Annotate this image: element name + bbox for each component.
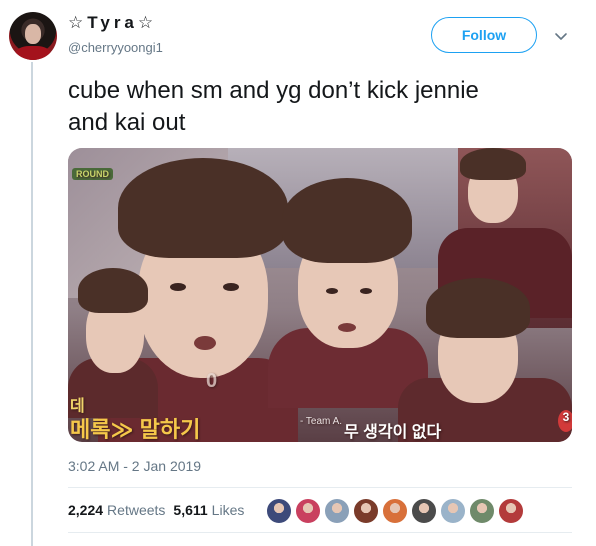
liker-avatar[interactable] [295, 498, 321, 524]
liker-avatar[interactable] [411, 498, 437, 524]
liker-avatar[interactable] [498, 498, 524, 524]
liker-avatar[interactable] [266, 498, 292, 524]
person-figure [68, 268, 158, 418]
tweet-text-line: and kai out [68, 109, 186, 136]
follow-button[interactable]: Follow [431, 17, 537, 53]
score-badge: 3 [558, 410, 572, 432]
likes-count: 5,611 [173, 502, 208, 518]
avatar[interactable] [9, 12, 57, 60]
caption-right: 무 생각이 없다 [344, 424, 442, 441]
thread-line [31, 62, 33, 546]
chevron-down-icon[interactable] [553, 28, 569, 44]
retweets-count: 2,224 [68, 502, 104, 518]
caption-left: 메록≫ 말하기 [70, 417, 201, 442]
liker-avatar[interactable] [469, 498, 495, 524]
score-overlay: 0 [206, 370, 218, 392]
liker-avatar[interactable] [353, 498, 379, 524]
liker-avatar[interactable] [382, 498, 408, 524]
divider [68, 487, 572, 488]
liker-avatars [266, 498, 524, 524]
tweet-text-line: cube when sm and yg don’t kick jennie [68, 77, 479, 104]
display-name[interactable]: ☆Tyra☆ [68, 13, 157, 33]
tweet-card: ☆Tyra☆ @cherryyoongi1 Follow cube when s… [0, 0, 596, 546]
tweet-stats: 2,224 Retweets 5,611 Likes [68, 502, 244, 518]
retweets-stat[interactable]: 2,224 Retweets [68, 502, 165, 518]
tweet-timestamp[interactable]: 3:02 AM - 2 Jan 2019 [68, 458, 201, 474]
divider [68, 532, 572, 533]
likes-label: Likes [211, 502, 245, 518]
likes-stat[interactable]: 5,611 Likes [173, 502, 244, 518]
user-handle[interactable]: @cherryyoongi1 [68, 40, 163, 55]
tweet-text: cube when sm and yg don’t kick jennie an… [68, 75, 578, 139]
caption-team: - Team A. [300, 416, 343, 427]
liker-avatar[interactable] [324, 498, 350, 524]
tweet-media-image[interactable]: ROUND 0 데 메록≫ 말하기 - Team A. 무 생각이 없다 3 [68, 148, 572, 442]
retweets-label: Retweets [107, 502, 166, 518]
liker-avatar[interactable] [440, 498, 466, 524]
